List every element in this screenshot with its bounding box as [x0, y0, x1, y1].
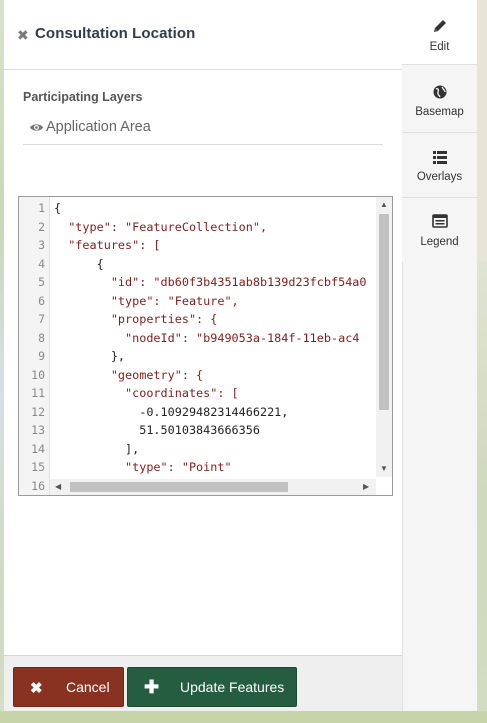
- horizontal-scroll-thumb[interactable]: [70, 482, 288, 492]
- code-line: },: [54, 349, 126, 363]
- code-line: "type": "FeatureCollection",: [54, 219, 268, 234]
- code-line: "geometry": {: [54, 367, 204, 382]
- tab-overlays-label: Overlays: [416, 171, 463, 183]
- code-line: {: [54, 256, 104, 271]
- code-line: "coordinates": [: [54, 386, 239, 400]
- tab-edit[interactable]: Edit: [402, 0, 477, 65]
- code-line: "properties": {: [54, 312, 218, 326]
- code-line: "type": "Feature",: [54, 293, 239, 308]
- plus-icon: ✚: [144, 677, 160, 697]
- consultation-location-panel: ✖ Consultation Location Participating La…: [4, 0, 402, 711]
- legend-icon: [432, 213, 448, 229]
- tab-basemap-label: Basemap: [415, 106, 464, 118]
- panel-header: ✖ Consultation Location: [4, 0, 402, 70]
- panel-title: Consultation Location: [35, 25, 196, 42]
- code-line: -0.10929482314466221,: [54, 404, 289, 419]
- cancel-button[interactable]: ✖ Cancel: [13, 667, 124, 707]
- scroll-down-arrow-icon[interactable]: ▼: [380, 465, 388, 473]
- tab-edit-label: Edit: [429, 41, 450, 53]
- update-features-button[interactable]: ✚ Update Features: [127, 667, 297, 707]
- tab-overlays[interactable]: Overlays: [402, 133, 477, 198]
- tab-sidebar: Edit Basemap Overlays Legend: [402, 0, 477, 263]
- code-line: {: [54, 201, 62, 215]
- globe-icon: [432, 84, 448, 100]
- vertical-scrollbar[interactable]: ▲ ▼: [376, 197, 392, 477]
- code-line: 51.50103843666356: [54, 423, 260, 437]
- pencil-icon: [432, 18, 448, 34]
- code-line: "nodeId": "b949053a-184f-11eb-ac4: [54, 330, 360, 345]
- code-line: "features": [: [54, 238, 161, 252]
- scroll-left-arrow-icon[interactable]: ◀: [55, 483, 61, 491]
- scroll-right-arrow-icon[interactable]: ▶: [363, 483, 369, 491]
- eye-icon[interactable]: [29, 120, 44, 135]
- tab-legend-label: Legend: [420, 236, 459, 248]
- code-line: "id": "db60f3b4351ab8b139d23fcbf54a0: [54, 275, 367, 289]
- horizontal-scrollbar[interactable]: ◀ ▶: [50, 479, 376, 495]
- tab-legend[interactable]: Legend: [402, 198, 477, 263]
- panel-footer: ✖ Cancel ✚ Update Features: [4, 655, 402, 711]
- layer-name: Application Area: [46, 119, 151, 135]
- map-background-bottom: [0, 711, 487, 723]
- tab-basemap[interactable]: Basemap: [402, 68, 477, 133]
- code-line: ],: [54, 441, 140, 456]
- close-icon: ✖: [30, 680, 43, 697]
- cancel-button-label: Cancel: [66, 679, 110, 695]
- scroll-up-arrow-icon[interactable]: ▲: [380, 201, 388, 209]
- update-button-label: Update Features: [180, 679, 285, 695]
- sidebar-background: [402, 262, 477, 711]
- participating-layers-label: Participating Layers: [23, 90, 143, 104]
- code-line: "type": "Point": [54, 460, 232, 474]
- vertical-scroll-thumb[interactable]: [379, 214, 389, 410]
- map-background-right: [477, 262, 487, 723]
- editor-code-area[interactable]: { "type": "FeatureCollection", "features…: [19, 197, 376, 479]
- layer-item[interactable]: Application Area: [23, 112, 383, 145]
- list-icon: [432, 149, 448, 165]
- close-icon[interactable]: ✖: [17, 27, 31, 43]
- line-number: 16: [31, 478, 45, 493]
- geojson-editor[interactable]: 1 2 3 4 5 6 7 8 9 10 11 12 13 14 15 16 {…: [18, 196, 393, 496]
